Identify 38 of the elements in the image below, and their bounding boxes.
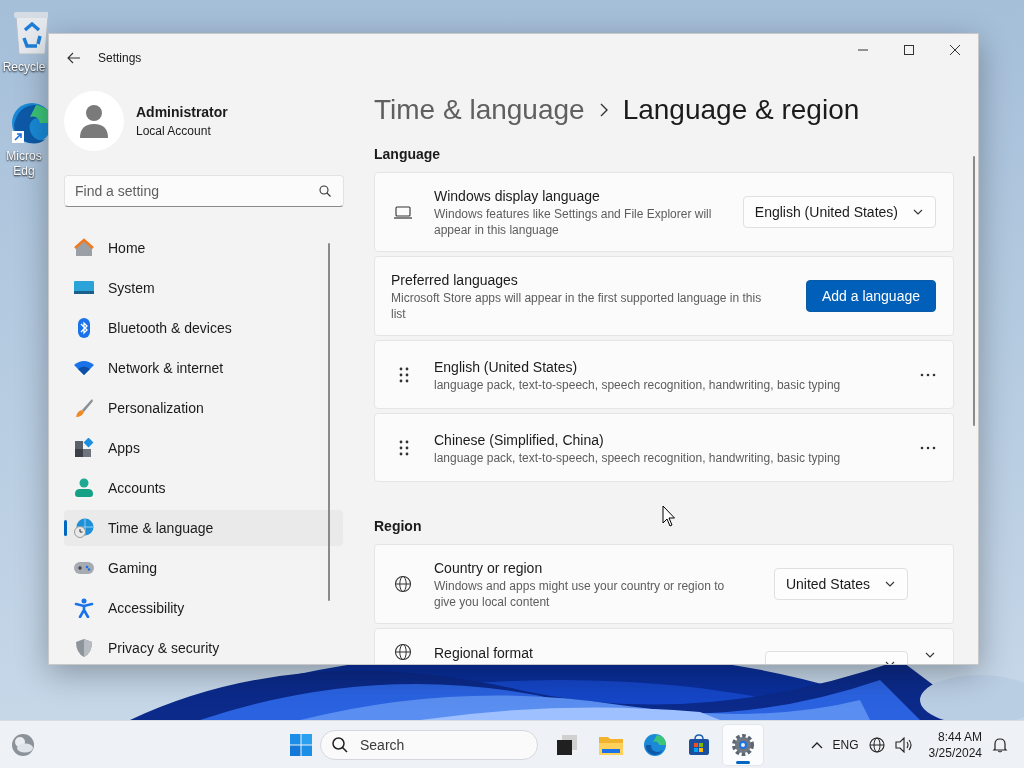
sidebar-item[interactable]: Personalization — [64, 390, 343, 426]
sidebar-item[interactable]: Gaming — [64, 550, 343, 586]
section-heading: Region — [374, 517, 423, 536]
add-language-button[interactable]: Add a language — [805, 280, 936, 312]
clock[interactable]: 8:44 AM 3/25/2024 — [928, 728, 982, 761]
desktop-icon-label: Recycle — [1, 60, 47, 75]
setting-title: Regional format — [434, 644, 534, 663]
desktop-icon-label: Micros Edg — [5, 149, 43, 179]
section-heading: Language — [374, 145, 442, 164]
account-name: Administrator — [136, 104, 228, 120]
sidebar-item[interactable]: Privacy & security — [64, 630, 343, 664]
setting-description: Windows and apps might use your country or region to give you local content — [434, 578, 726, 610]
page-title: Language & region — [622, 94, 860, 126]
sidebar-item[interactable]: Apps — [64, 430, 343, 466]
setting-title: Preferred languages — [391, 271, 519, 290]
setting-description: language pack, text-to-speech, speech recognition, handwriting, basic typing — [434, 376, 842, 393]
sidebar-item[interactable]: System — [64, 270, 343, 306]
setting-title: Chinese (Simplified, China) — [434, 430, 605, 450]
sidebar-item[interactable]: Accounts — [64, 470, 343, 506]
sidebar-item[interactable]: Accessibility — [64, 590, 343, 626]
breadcrumb-link[interactable]: Time & language — [374, 94, 585, 126]
input-language[interactable]: ENG — [832, 737, 859, 752]
account-type: Local Account — [136, 124, 212, 138]
setting-description: language pack, text-to-speech, speech recognition, handwriting, basic typing — [434, 449, 842, 466]
setting-description: Windows features like Settings and File Explorer will appear in this language — [434, 206, 713, 238]
sidebar-item[interactable]: Bluetooth & devices — [64, 310, 343, 346]
sidebar-item[interactable]: Network & internet — [64, 350, 343, 386]
setting-title: Country or region — [434, 559, 544, 578]
search-field[interactable]: Search — [320, 729, 538, 760]
setting-title: Windows display language — [434, 187, 601, 206]
dropdown[interactable]: English (United States) — [742, 196, 936, 228]
sidebar-item[interactable]: Time & language — [64, 510, 343, 546]
setting-title: English (United States) — [434, 357, 579, 377]
dropdown[interactable]: United States — [773, 568, 908, 600]
search-field[interactable]: Find a setting — [64, 175, 344, 207]
sidebar-item[interactable]: Home — [64, 230, 343, 266]
setting-description: Microsoft Store apps will appear in the first supported language in this list — [391, 290, 763, 322]
window-title: Settings — [98, 51, 142, 65]
